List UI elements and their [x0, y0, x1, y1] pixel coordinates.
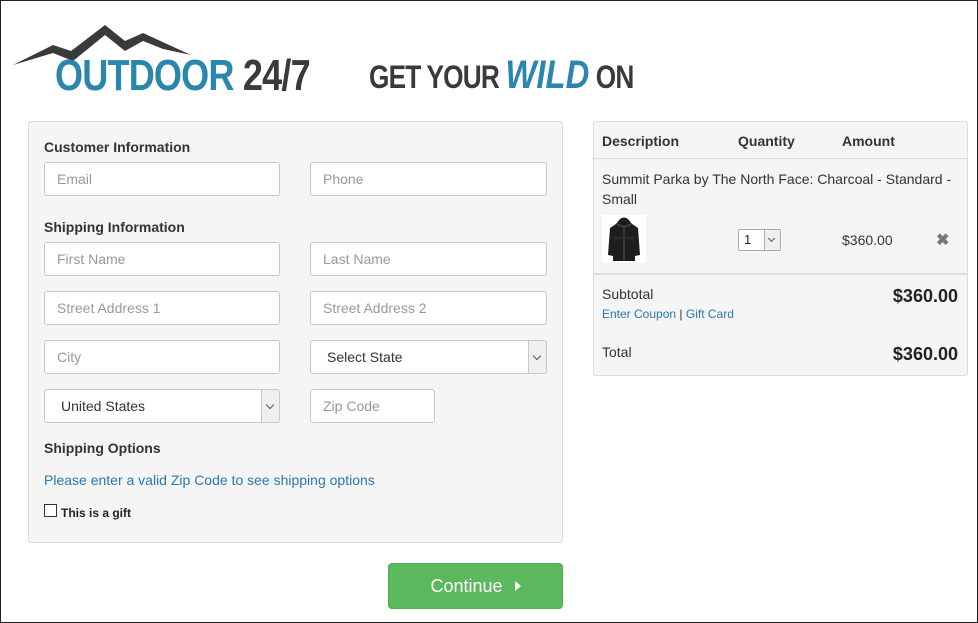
state-select-value: Select State — [327, 349, 403, 365]
continue-button-label: Continue — [430, 576, 503, 596]
tagline-post: ON — [595, 59, 635, 95]
chevron-down-icon[interactable] — [764, 230, 780, 250]
coupon-links: Enter Coupon | Gift Card — [602, 307, 734, 321]
cart-item-amount: $360.00 — [842, 232, 893, 248]
caret-right-icon — [514, 581, 521, 592]
shipping-info-title: Shipping Information — [44, 219, 185, 235]
column-description: Description — [602, 133, 680, 149]
shipping-options-title: Shipping Options — [44, 440, 161, 456]
quantity-select[interactable]: 1 — [738, 229, 781, 251]
city-field[interactable]: City — [44, 340, 280, 374]
remove-item-icon[interactable]: ✖ — [936, 230, 949, 250]
gift-card-link[interactable]: Gift Card — [686, 307, 734, 321]
column-quantity: Quantity — [738, 133, 795, 149]
street-address-1-field[interactable]: Street Address 1 — [44, 291, 280, 325]
checkout-form-panel: Customer Information Email Phone Shippin… — [28, 121, 563, 543]
logo-primary-text: OUTDOOR — [55, 51, 234, 100]
country-select[interactable]: United States — [44, 389, 280, 423]
total-label: Total — [602, 344, 632, 360]
zip-code-field[interactable]: Zip Code — [310, 389, 435, 423]
country-select-value: United States — [61, 398, 146, 414]
outdoor-247-logo: OUTDOOR 24/7 — [13, 23, 311, 100]
chevron-down-icon[interactable] — [261, 390, 279, 422]
continue-button[interactable]: Continue — [388, 563, 563, 609]
total-value: $360.00 — [892, 344, 958, 364]
column-amount: Amount — [842, 133, 895, 149]
chevron-down-icon[interactable] — [528, 341, 546, 373]
state-select[interactable]: Select State — [310, 340, 547, 374]
gift-checkbox[interactable] — [44, 504, 57, 517]
logo-secondary-text: 24/7 — [242, 51, 311, 100]
cart-divider — [594, 273, 967, 275]
subtotal-value: $360.00 — [892, 286, 958, 306]
phone-field[interactable]: Phone — [310, 162, 547, 196]
logo-wordmark: OUTDOOR 24/7 — [55, 51, 311, 101]
tagline-wild: WILD — [505, 53, 590, 97]
street-address-2-field[interactable]: Street Address 2 — [310, 291, 547, 325]
links-separator: | — [679, 307, 683, 321]
gift-checkbox-label[interactable]: This is a gift — [61, 506, 131, 520]
last-name-field[interactable]: Last Name — [310, 242, 547, 276]
tagline: GET YOUR WILD ON — [369, 53, 635, 98]
first-name-field[interactable]: First Name — [44, 242, 280, 276]
tagline-pre: GET YOUR — [369, 59, 500, 95]
subtotal-label: Subtotal — [602, 286, 654, 302]
enter-coupon-link[interactable]: Enter Coupon — [602, 307, 676, 321]
customer-info-title: Customer Information — [44, 139, 191, 155]
quantity-value: 1 — [744, 232, 752, 247]
cart-item-description: Summit Parka by The North Face: Charcoal… — [602, 171, 952, 207]
parka-icon — [602, 215, 646, 263]
email-field[interactable]: Email — [44, 162, 280, 196]
shipping-options-message: Please enter a valid Zip Code to see shi… — [44, 472, 375, 488]
cart-table-header: Description Quantity Amount — [594, 122, 967, 159]
cart-summary-panel: Description Quantity Amount Summit Parka… — [593, 121, 968, 376]
